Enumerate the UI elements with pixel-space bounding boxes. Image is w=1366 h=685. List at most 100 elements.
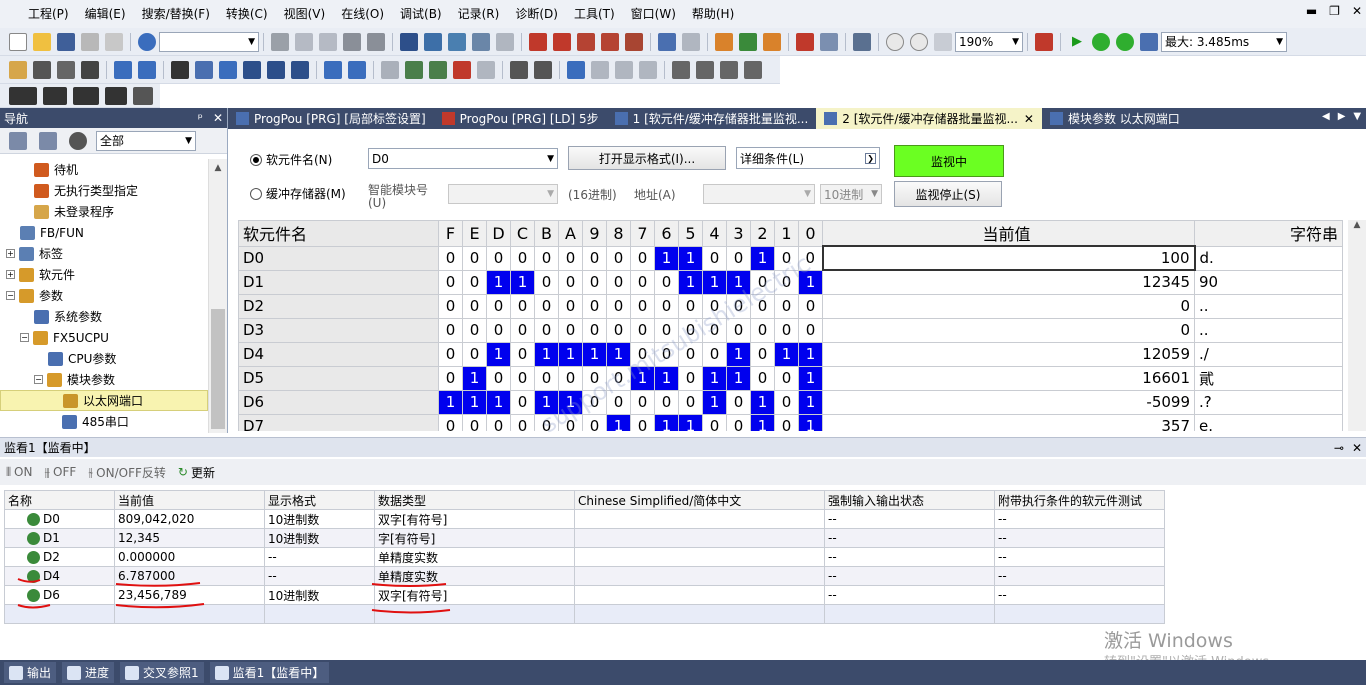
dev-test-icon[interactable] — [291, 60, 309, 79]
check-icon[interactable] — [496, 32, 514, 51]
watch-header-cell[interactable]: 名称 — [4, 490, 115, 510]
bit-cell[interactable]: 0 — [630, 269, 655, 295]
monitor-row[interactable]: D4 0 0 1 0 1 1 1 1 0 0 0 0 1 0 1 1 12059 ./ — [238, 341, 1343, 367]
project-icon[interactable] — [9, 60, 27, 79]
bit-cell[interactable]: 0 — [726, 293, 751, 319]
monitor-row[interactable]: D6 1 1 1 0 1 1 0 0 0 0 0 1 0 1 0 1 -5099.? — [238, 389, 1343, 415]
dock-tab[interactable]: 监看1【监看中】 — [209, 662, 330, 683]
bit-cell[interactable]: 0 — [486, 317, 511, 343]
radio-unselected-icon[interactable] — [250, 187, 262, 200]
watch-type[interactable]: 双字[有符号] — [374, 509, 575, 529]
scan-time-combo[interactable]: 最大: 3.485ms ▼ — [1161, 31, 1287, 52]
bit-cell[interactable]: 1 — [702, 269, 727, 295]
bit-cell[interactable]: 0 — [774, 293, 799, 319]
bit-cell[interactable]: 0 — [702, 413, 727, 431]
bit-cell[interactable]: 0 — [438, 293, 463, 319]
update-button[interactable]: ↻ 更新 — [178, 464, 215, 481]
bit-cell[interactable]: 0 — [630, 293, 655, 319]
layout-icon[interactable] — [853, 32, 871, 51]
bit-cell[interactable]: 0 — [438, 413, 463, 431]
bit-cell[interactable]: 0 — [462, 245, 487, 271]
cut-icon[interactable] — [271, 32, 289, 51]
bit-cell[interactable]: 0 — [462, 269, 487, 295]
bit-cell[interactable]: 0 — [750, 317, 775, 343]
bit-cell[interactable]: 0 — [558, 269, 583, 295]
watch-force[interactable]: -- — [824, 566, 995, 586]
bit-cell[interactable]: 0 — [798, 293, 823, 319]
bit-cell[interactable]: 1 — [798, 365, 823, 391]
new-project-icon[interactable] — [9, 32, 27, 51]
bit-cell[interactable]: 1 — [534, 341, 559, 367]
bit-cell[interactable]: 0 — [606, 365, 631, 391]
bit-cell[interactable]: 1 — [462, 389, 487, 415]
bit-cell[interactable]: 1 — [654, 245, 679, 271]
bit-cell[interactable]: 1 — [750, 389, 775, 415]
monitor-row[interactable]: D7 0 0 0 0 0 0 0 1 0 1 1 0 0 1 0 1 357 e. — [238, 413, 1343, 431]
menu-item[interactable]: 在线(O) — [333, 0, 392, 28]
watch-value[interactable]: 809,042,020 — [114, 509, 265, 529]
bit-cell[interactable]: 0 — [558, 317, 583, 343]
bit-cell[interactable]: 0 — [678, 365, 703, 391]
program-icon[interactable] — [33, 60, 51, 79]
buffer-radio-group[interactable]: 缓冲存储器(M) — [250, 185, 346, 202]
device-radio-group[interactable]: 软元件名(N) — [250, 151, 332, 168]
bit-cell[interactable]: 1 — [726, 341, 751, 367]
watch-header-cell[interactable]: 显示格式 — [264, 490, 375, 510]
expand-icon[interactable]: − — [6, 291, 15, 300]
nav-item[interactable]: 未登录程序 — [0, 201, 208, 222]
bit-cell[interactable]: 0 — [678, 293, 703, 319]
bit-cell[interactable]: 0 — [438, 245, 463, 271]
bit-cell[interactable]: 1 — [606, 413, 631, 431]
menu-item[interactable]: 工具(T) — [566, 0, 623, 28]
bit-cell[interactable]: 0 — [606, 317, 631, 343]
bit-cell[interactable]: 0 — [726, 413, 751, 431]
bit-cell[interactable]: 1 — [486, 341, 511, 367]
cross-reference-icon[interactable] — [381, 60, 399, 79]
bit-cell[interactable]: 1 — [654, 365, 679, 391]
bit-cell[interactable]: 0 — [534, 413, 559, 431]
filter-combo[interactable]: 全部 ▼ — [96, 130, 196, 151]
replace-icon[interactable] — [348, 60, 366, 79]
bit-cell[interactable]: 0 — [510, 341, 535, 367]
bit-cell[interactable]: 0 — [654, 317, 679, 343]
bit-cell[interactable]: 0 — [438, 341, 463, 367]
expand-icon[interactable]: + — [6, 270, 15, 279]
bit-cell[interactable]: 0 — [534, 245, 559, 271]
dev-write-icon[interactable] — [267, 60, 285, 79]
bit-cell[interactable]: 0 — [582, 269, 607, 295]
navigation-scrollbar[interactable]: ▲ — [208, 159, 227, 433]
bit-cell[interactable]: 0 — [510, 413, 535, 431]
bit-cell[interactable]: 0 — [486, 413, 511, 431]
bit-cell[interactable]: 0 — [606, 245, 631, 271]
close-icon[interactable]: ✕ — [213, 111, 223, 125]
list-icon[interactable] — [744, 60, 762, 79]
bit-cell[interactable]: 0 — [702, 341, 727, 367]
bit-cell[interactable]: 0 — [798, 317, 823, 343]
watch-test[interactable]: -- — [994, 528, 1165, 548]
dev-batch-icon[interactable] — [243, 60, 261, 79]
monitor-row[interactable]: D3 0 0 0 0 0 0 0 0 0 0 0 0 0 0 0 0 0.. — [238, 317, 1343, 343]
bit-cell[interactable]: 0 — [510, 245, 535, 271]
string-value[interactable]: e. — [1194, 413, 1343, 431]
bit-cell[interactable]: 0 — [582, 293, 607, 319]
bit-cell[interactable]: 1 — [702, 365, 727, 391]
search-combo[interactable]: ▼ — [159, 31, 259, 52]
check-mark-icon[interactable] — [429, 60, 447, 79]
settings-icon[interactable] — [510, 60, 528, 79]
watch-header-cell[interactable]: Chinese Simplified/简体中文 — [574, 490, 825, 510]
monitor-scrollbar[interactable]: ▲ — [1348, 220, 1366, 431]
bit-cell[interactable]: 0 — [510, 365, 535, 391]
print-icon[interactable] — [81, 32, 99, 51]
restore-icon[interactable]: ❐ — [1329, 4, 1340, 18]
confirm-icon[interactable] — [1116, 32, 1134, 51]
device-name[interactable]: D4 — [238, 341, 439, 367]
monitor-row[interactable]: D5 0 1 0 0 0 0 0 0 1 1 0 1 1 0 0 1 16601 貮 — [238, 365, 1343, 391]
step-icon[interactable] — [739, 32, 757, 51]
current-value[interactable]: 12059 — [822, 341, 1195, 367]
bit-cell[interactable]: 1 — [630, 365, 655, 391]
monitor-row[interactable]: D1 0 0 1 1 0 0 0 0 0 0 1 1 1 0 0 1 12345 90 — [238, 269, 1343, 295]
read-plc-icon[interactable] — [529, 32, 547, 51]
nav-item[interactable]: 待机 — [0, 159, 208, 180]
watch-name[interactable]: D1 — [4, 528, 115, 548]
bit-cell[interactable]: 0 — [654, 293, 679, 319]
